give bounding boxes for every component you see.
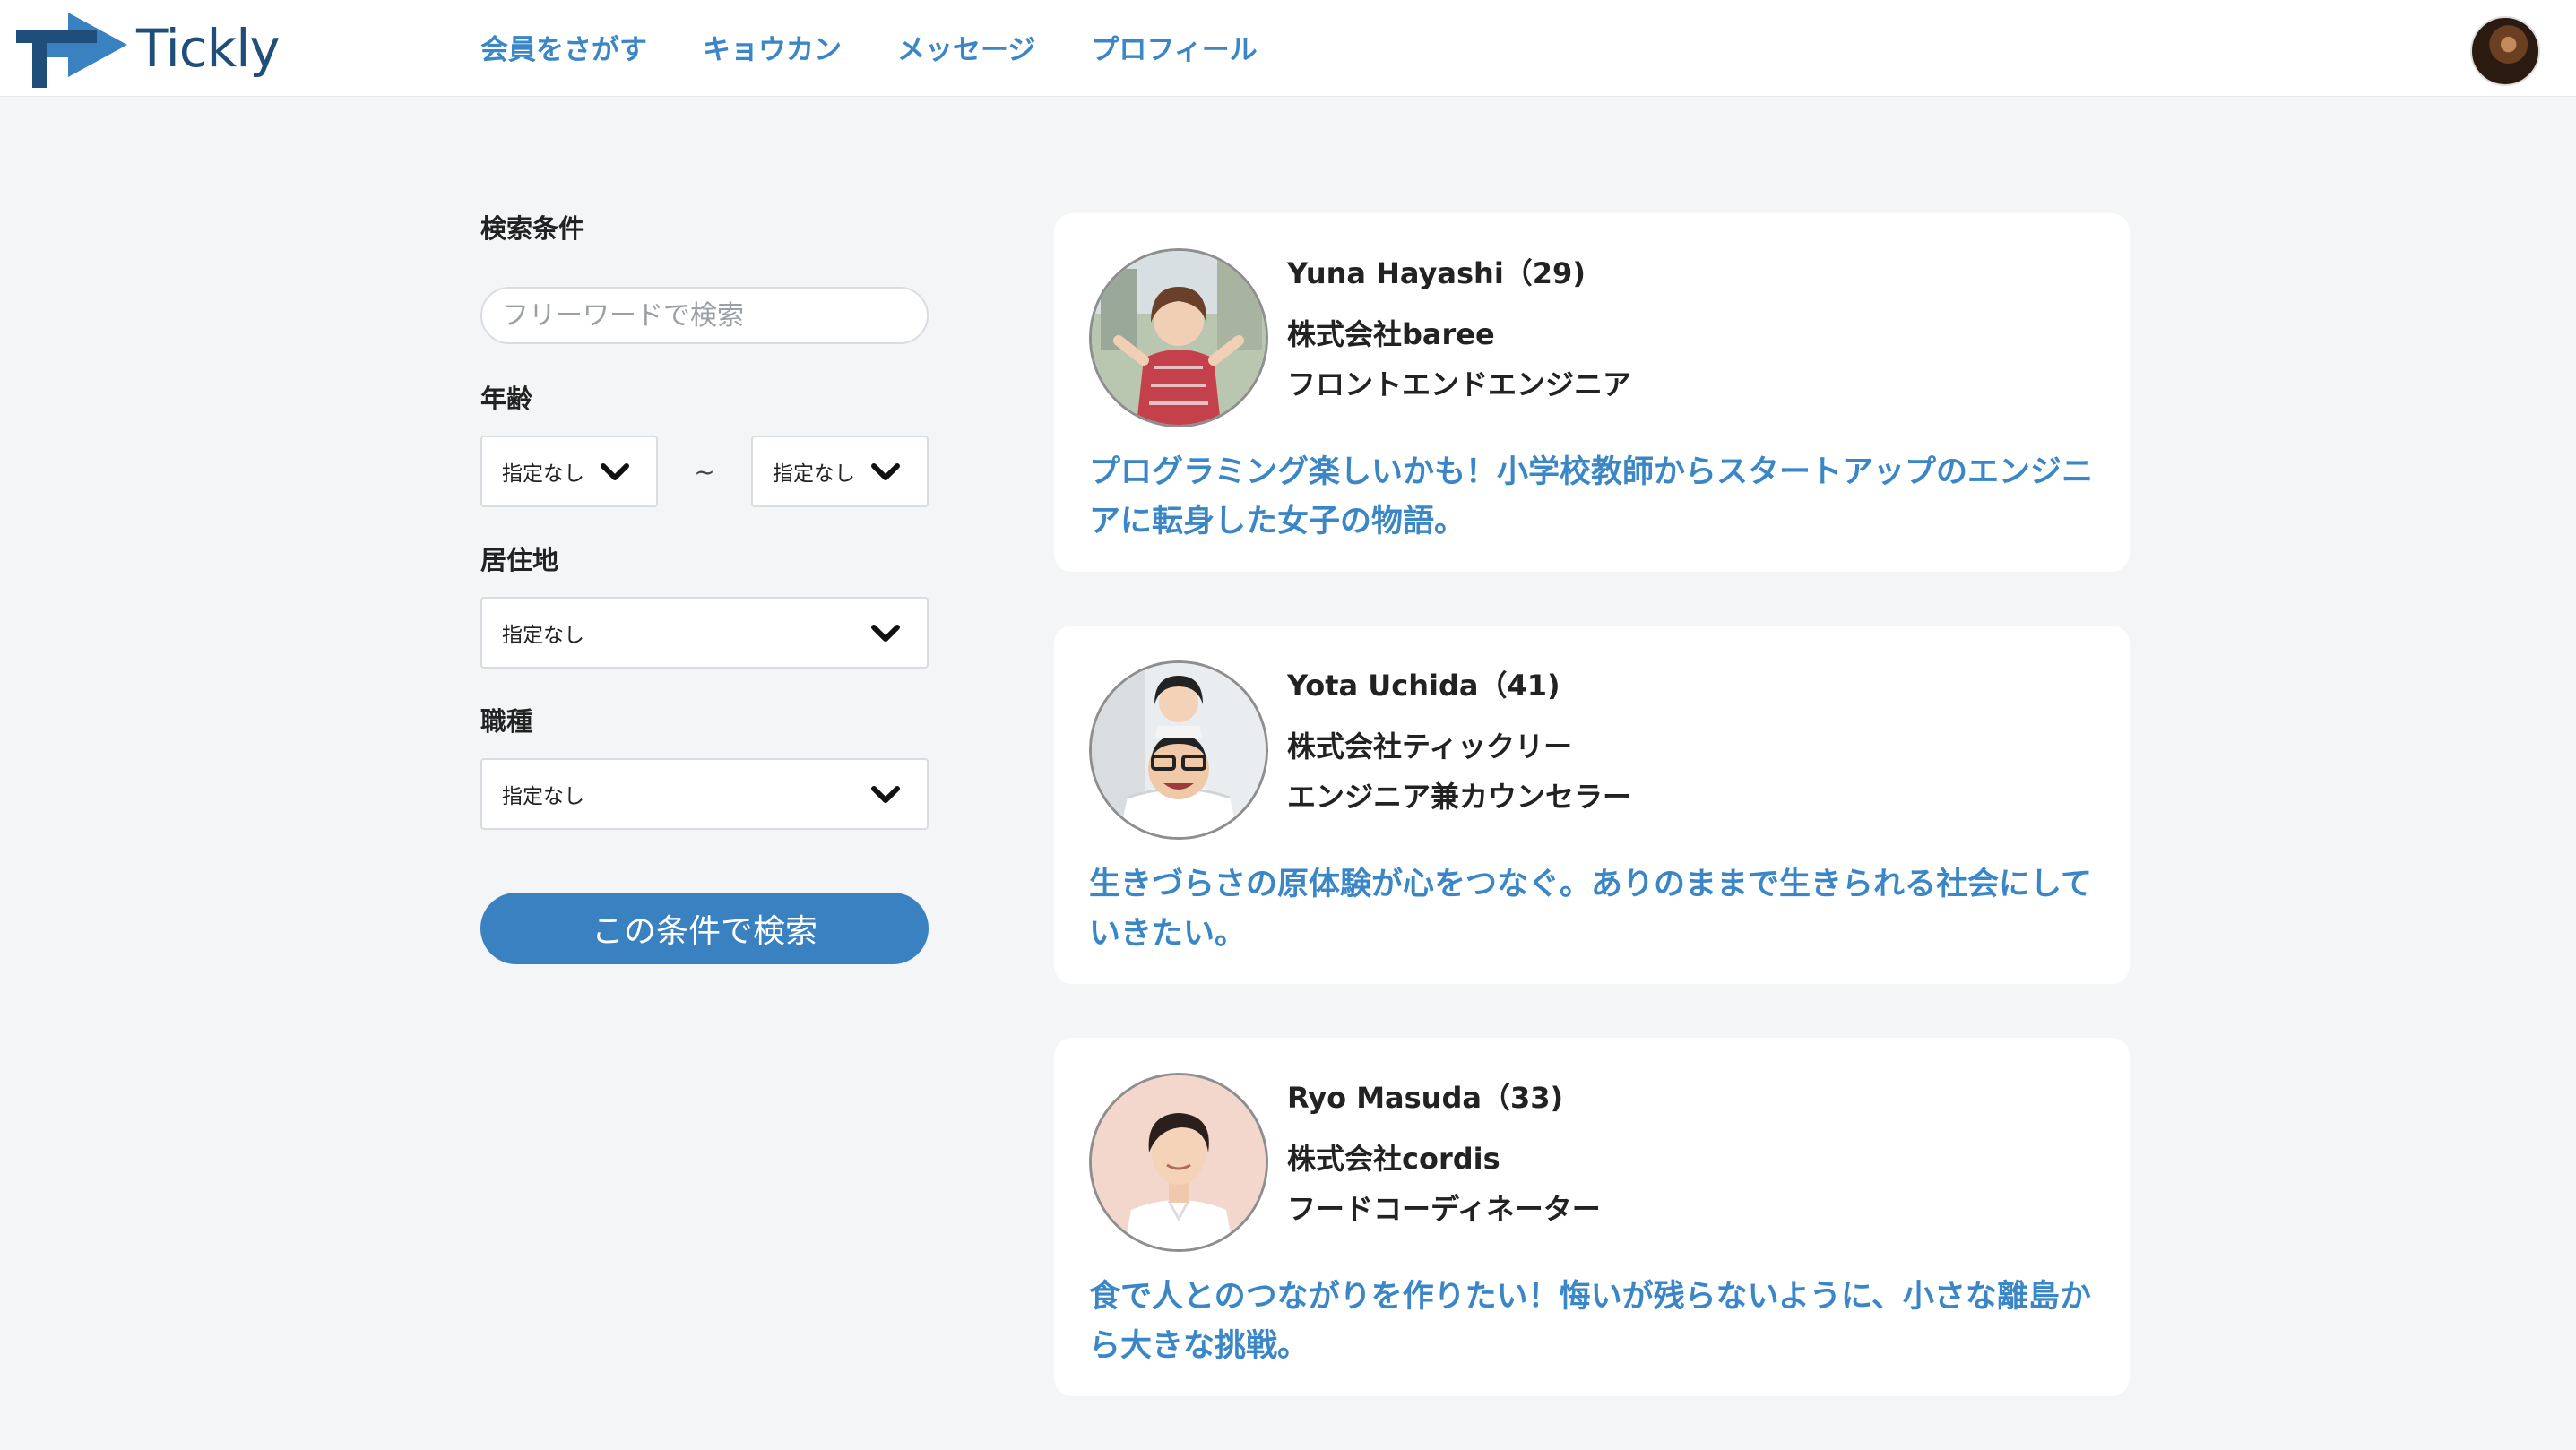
member-company: 株式会社baree [1287, 317, 1495, 351]
member-job: フードコーディネーター [1287, 1192, 1601, 1226]
free-word-search-input[interactable] [480, 287, 929, 344]
job-label: 職種 [480, 706, 533, 737]
job-select[interactable]: 指定なし [480, 758, 929, 830]
member-photo [1092, 1075, 1266, 1249]
member-card[interactable]: Yota Uchida（41) 株式会社ティックリー エンジニア兼カウンセラー … [1054, 626, 2130, 984]
nav-profile[interactable]: プロフィール [1091, 27, 1257, 67]
member-name[interactable]: Yota Uchida（41) [1287, 663, 1560, 704]
member-list: Yuna Hayashi（29) 株式会社baree フロントエンドエンジニア … [1054, 213, 2130, 1450]
member-card[interactable]: Ryo Masuda（33) 株式会社cordis フードコーディネーター 食で… [1054, 1038, 2130, 1396]
main-nav: 会員をさがす キョウカン メッセージ プロフィール [480, 0, 1313, 93]
search-submit-button[interactable]: この条件で検索 [480, 893, 929, 964]
top-header: Tickly 会員をさがす キョウカン メッセージ プロフィール [0, 0, 2576, 97]
age-label: 年齢 [480, 384, 533, 414]
member-catchcopy[interactable]: 食で人とのつながりを作りたい！悔いが残らないように、小さな離島から大きな挑戦。 [1089, 1273, 2102, 1371]
nav-kyoukan[interactable]: キョウカン [703, 27, 842, 67]
chevron-down-icon [871, 463, 900, 480]
search-sidebar: 検索条件 年齢 指定なし ~ 指定なし 居住地 指定なし 職種 指定なし この条… [480, 208, 929, 964]
age-separator: ~ [694, 456, 715, 487]
member-job: エンジニア兼カウンセラー [1287, 780, 1632, 814]
logo-text: Tickly [136, 18, 281, 79]
member-avatar[interactable] [1089, 248, 1268, 427]
member-catchcopy[interactable]: プログラミング楽しいかも！小学校教師からスタートアップのエンジニアに転身した女子… [1089, 448, 2102, 547]
residence-value: 指定なし [502, 624, 584, 647]
member-job: フロントエンドエンジニア [1287, 367, 1632, 401]
age-min-value: 指定なし [502, 462, 584, 486]
age-max-select[interactable]: 指定なし [751, 436, 929, 507]
residence-label: 居住地 [480, 545, 559, 575]
search-conditions-title: 検索条件 [480, 213, 585, 244]
member-catchcopy[interactable]: 生きづらさの原体験が心をつなぐ。ありのままで生きられる社会にしていきたい。 [1089, 860, 2102, 959]
chevron-down-icon [871, 786, 900, 803]
member-avatar[interactable] [1089, 1073, 1268, 1252]
chevron-down-icon [871, 625, 900, 642]
member-card[interactable]: Yuna Hayashi（29) 株式会社baree フロントエンドエンジニア … [1054, 213, 2130, 572]
nav-search-members[interactable]: 会員をさがす [480, 27, 647, 67]
job-value: 指定なし [502, 785, 584, 808]
member-name[interactable]: Yuna Hayashi（29) [1287, 251, 1586, 292]
residence-select[interactable]: 指定なし [480, 597, 929, 669]
tickly-logo[interactable]: Tickly [14, 5, 281, 91]
age-range: 指定なし ~ 指定なし [480, 436, 929, 507]
member-company: 株式会社cordis [1287, 1142, 1500, 1176]
member-name[interactable]: Ryo Masuda（33) [1287, 1075, 1563, 1117]
member-company: 株式会社ティックリー [1287, 729, 1573, 764]
age-min-select[interactable]: 指定なし [480, 436, 658, 507]
tickly-logo-icon [16, 13, 127, 88]
nav-messages[interactable]: メッセージ [897, 27, 1035, 67]
user-avatar[interactable] [2470, 16, 2540, 86]
member-avatar[interactable] [1089, 660, 1268, 840]
age-max-value: 指定なし [773, 462, 855, 486]
member-photo [1092, 251, 1266, 425]
member-photo [1092, 663, 1266, 837]
chevron-down-icon [601, 463, 629, 480]
